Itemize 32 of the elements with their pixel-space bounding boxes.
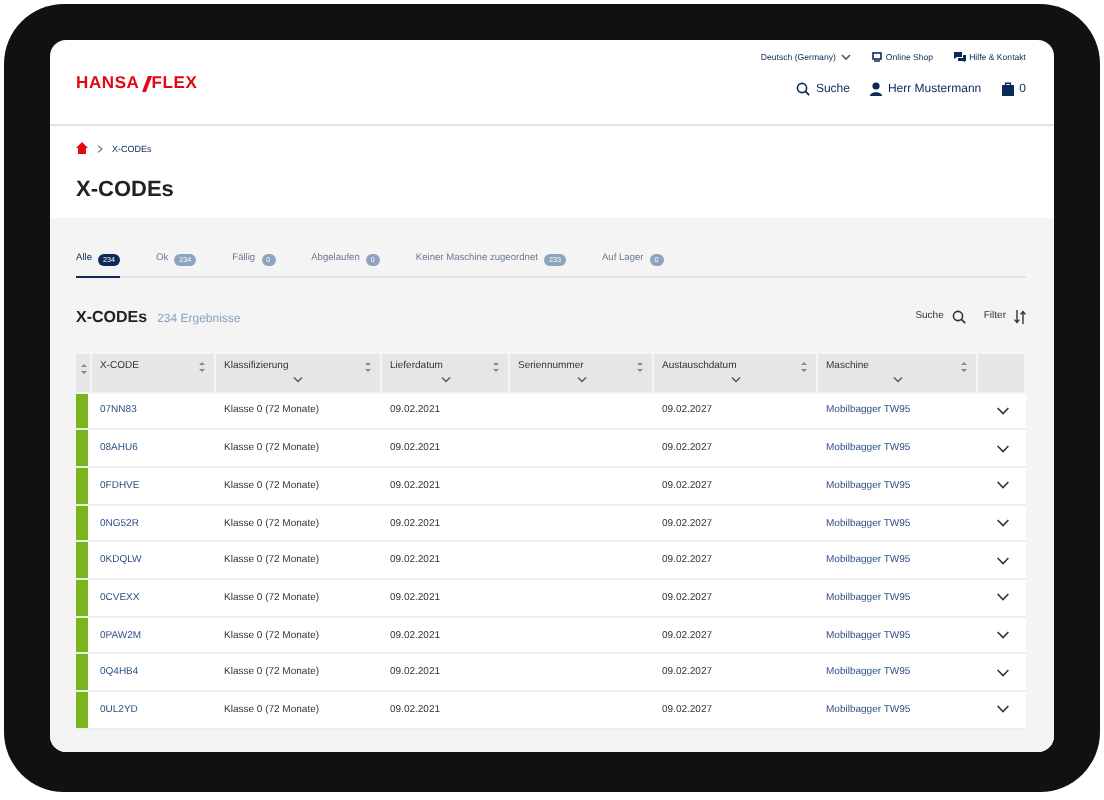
sort-icon <box>960 359 968 374</box>
user-icon <box>869 82 882 96</box>
home-icon <box>76 142 88 154</box>
shopping-bag-icon <box>1001 82 1014 96</box>
chat-bubbles-icon <box>953 52 966 62</box>
expand-chevron-icon <box>995 480 1009 491</box>
search-icon <box>795 82 810 96</box>
sort-icon <box>364 359 372 374</box>
expand-chevron-icon <box>995 704 1009 715</box>
search-icon <box>951 309 966 324</box>
sort-icon <box>79 361 87 376</box>
expand-chevron-icon <box>995 667 1009 678</box>
logo-text: FLEX <box>151 72 198 92</box>
page-title: X-CODEs <box>76 178 176 202</box>
expand-chevron-icon <box>995 405 1009 416</box>
monitor-icon <box>871 52 882 62</box>
column-header[interactable] <box>76 353 92 392</box>
slash-logo-icon <box>139 73 152 91</box>
expand-chevron-icon <box>995 592 1009 603</box>
sort-icon <box>198 359 206 374</box>
expand-chevron-icon <box>995 555 1009 566</box>
logo-text: HANSA <box>76 72 140 92</box>
expand-chevron-icon <box>995 518 1009 528</box>
section-title: X-CODEs <box>76 307 148 326</box>
sort-icon <box>1014 309 1026 324</box>
chevron-right-icon <box>96 143 104 153</box>
sort-icon <box>800 359 808 374</box>
expand-chevron-icon <box>995 630 1009 641</box>
sort-icon <box>636 359 644 374</box>
chevron-down-icon <box>839 52 852 62</box>
expand-chevron-icon <box>995 443 1009 454</box>
sort-icon <box>492 359 500 374</box>
